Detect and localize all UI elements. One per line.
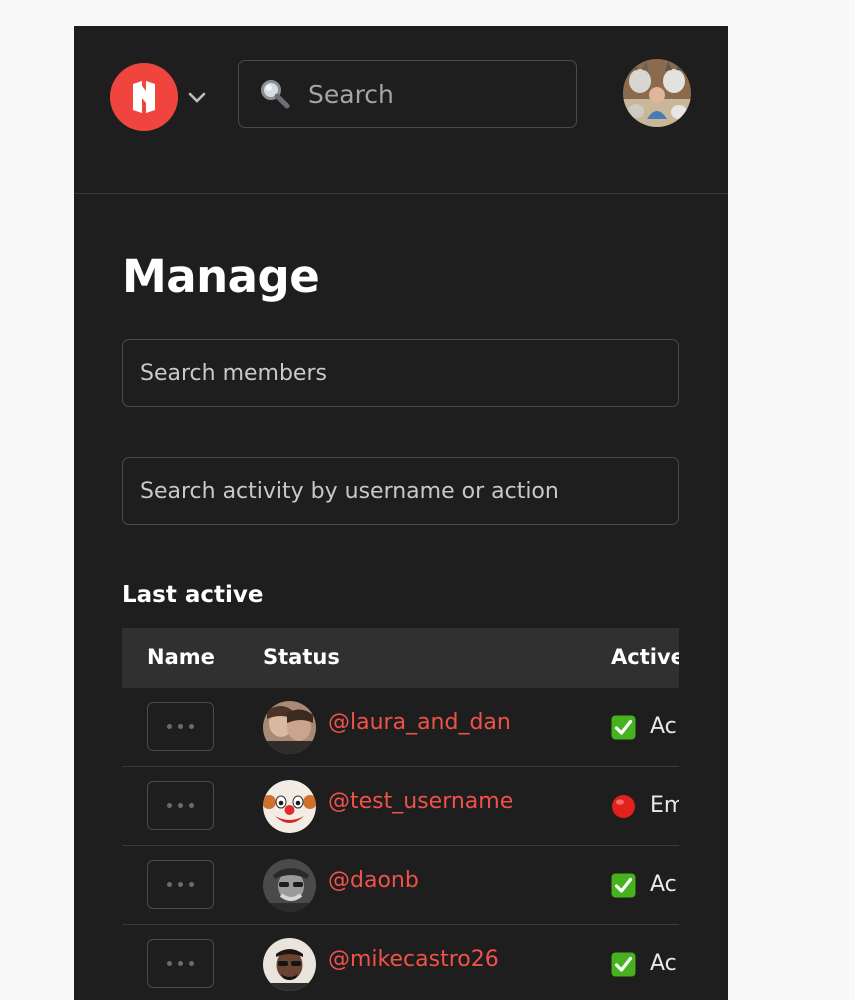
avatar: [263, 938, 316, 991]
row-actions-button[interactable]: [147, 860, 214, 909]
check-icon: [611, 715, 636, 740]
chevron-down-icon[interactable]: [188, 92, 206, 104]
username-link[interactable]: @laura_and_dan: [328, 710, 511, 735]
search-icon: [261, 80, 290, 109]
red-circle-icon: [612, 795, 635, 818]
app-panel: Search Manage Search members Search acti…: [74, 26, 728, 1000]
column-header-name[interactable]: Name: [147, 645, 215, 669]
username-link[interactable]: @daonb: [328, 868, 419, 893]
section-label-last-active: Last active: [122, 582, 264, 608]
search-members-placeholder: Search members: [140, 360, 327, 386]
page-title: Manage: [122, 250, 320, 303]
search-members-input[interactable]: Search members: [122, 339, 679, 407]
top-bar: Search: [74, 26, 728, 194]
username-link[interactable]: @test_username: [328, 789, 513, 814]
status-text: Ac: [650, 951, 677, 976]
check-icon: [611, 873, 636, 898]
username-link[interactable]: @mikecastro26: [328, 947, 499, 972]
search-activity-placeholder: Search activity by username or action: [140, 478, 559, 504]
row-actions-button[interactable]: [147, 702, 214, 751]
table-row: @mikecastro26 Ac: [122, 925, 679, 1000]
column-header-active[interactable]: Active: [611, 645, 679, 669]
brand-logo-icon[interactable]: [110, 63, 178, 131]
search-activity-input[interactable]: Search activity by username or action: [122, 457, 679, 525]
row-actions-button[interactable]: [147, 939, 214, 988]
global-search-input[interactable]: Search: [238, 60, 577, 128]
table-row: @test_username Em: [122, 767, 679, 846]
check-icon: [611, 952, 636, 977]
global-search-placeholder: Search: [308, 79, 394, 109]
table-header: Name Status Active: [122, 628, 679, 688]
status-text: Ac: [650, 714, 677, 739]
column-header-status[interactable]: Status: [263, 645, 340, 669]
table-row: @laura_and_dan Ac: [122, 688, 679, 767]
user-avatar[interactable]: [623, 59, 691, 127]
status-text: Em: [650, 793, 679, 818]
avatar: [263, 780, 316, 833]
avatar: [263, 701, 316, 754]
status-text: Ac: [650, 872, 677, 897]
row-actions-button[interactable]: [147, 781, 214, 830]
avatar: [263, 859, 316, 912]
members-table: Name Status Active @laura_and_dan Ac @te…: [122, 628, 679, 1000]
table-row: @daonb Ac: [122, 846, 679, 925]
